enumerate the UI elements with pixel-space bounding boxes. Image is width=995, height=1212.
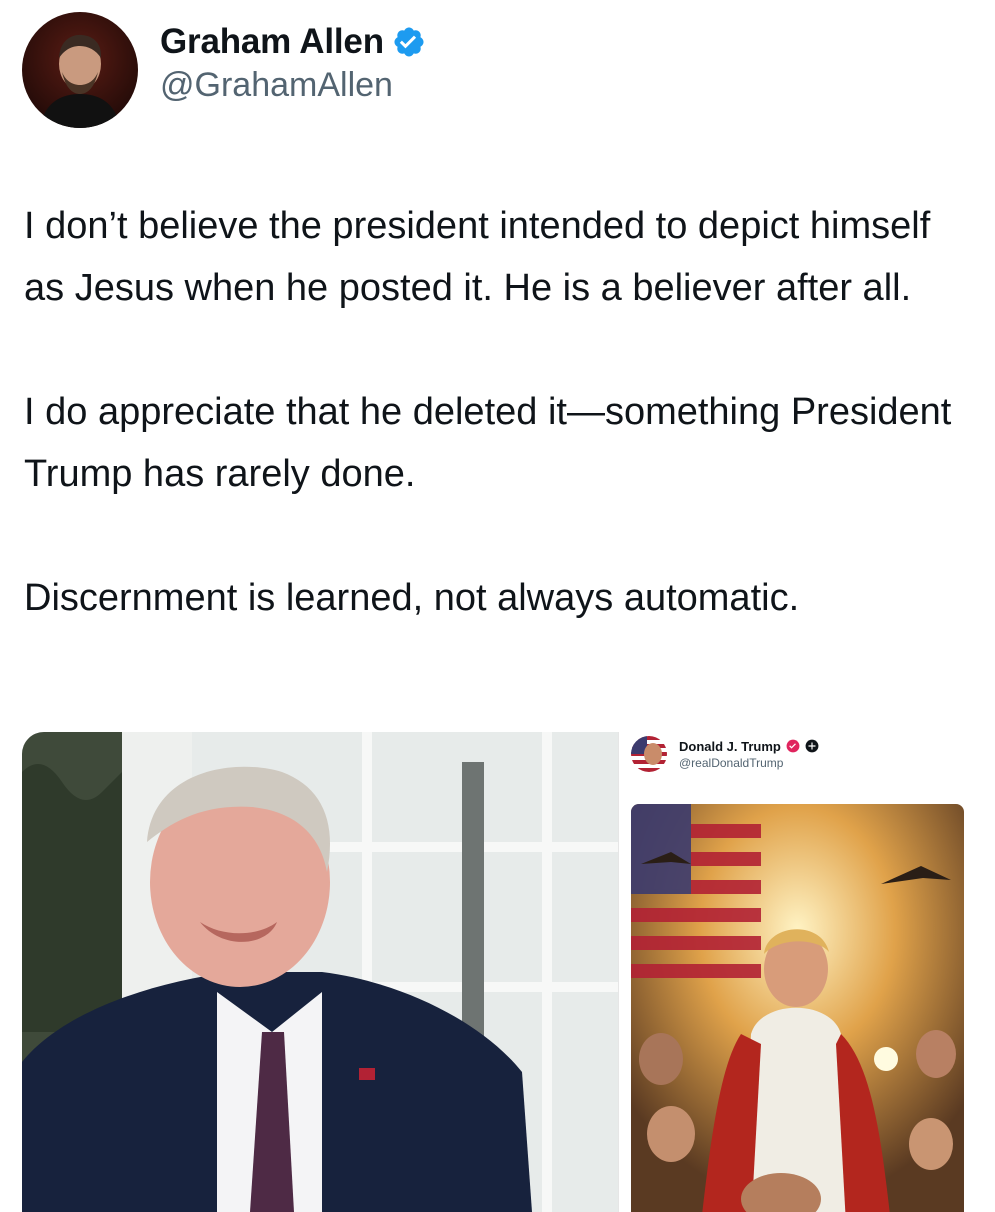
embedded-author-handle[interactable]: @realDonaldTrump	[679, 756, 819, 770]
embedded-name-row: Donald J. Trump	[679, 739, 819, 754]
embedded-author-identity: Donald J. Trump @realDonaldTrump	[679, 739, 819, 770]
plus-icon	[805, 739, 819, 753]
embedded-author-display-name[interactable]: Donald J. Trump	[679, 739, 781, 754]
embedded-post[interactable]: Donald J. Trump @realDonaldTrump	[618, 732, 974, 1212]
author-display-name[interactable]: Graham Allen	[160, 22, 384, 62]
verified-badge-icon	[394, 26, 424, 57]
author-identity: Graham Allen @GrahamAllen	[160, 22, 426, 105]
tweet-header: Graham Allen @GrahamAllen	[22, 12, 426, 128]
verified-badge-icon	[786, 739, 800, 753]
name-row: Graham Allen	[160, 22, 426, 62]
tweet-text: I don’t believe the president intended t…	[24, 205, 952, 619]
author-handle[interactable]: @GrahamAllen	[160, 66, 426, 105]
avatar[interactable]	[22, 12, 138, 128]
tweet-media[interactable]: Donald J. Trump @realDonaldTrump	[22, 732, 974, 1212]
embedded-post-header: Donald J. Trump @realDonaldTrump	[631, 736, 819, 772]
embedded-avatar[interactable]	[631, 736, 667, 772]
painted-illustration-with-american-flag[interactable]	[631, 804, 964, 1212]
photo-of-man-in-suit-speaking[interactable]	[22, 732, 618, 1212]
